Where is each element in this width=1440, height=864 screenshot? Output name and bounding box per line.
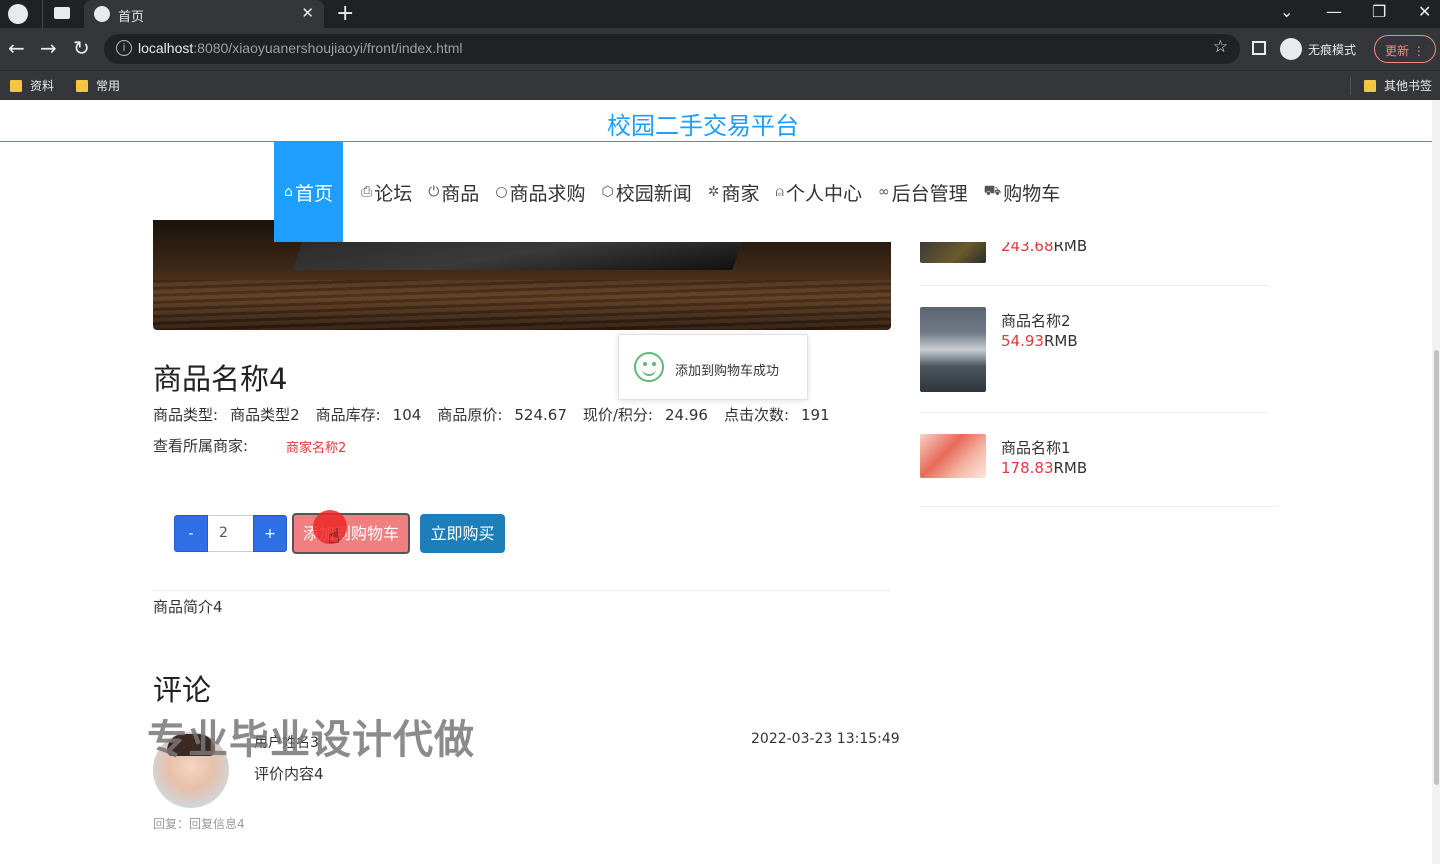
incognito-icon — [1280, 38, 1302, 60]
bookmark-folder[interactable]: 常用 — [76, 77, 120, 94]
tab-separator — [42, 0, 43, 28]
stock-field: 商品库存: 104 — [315, 406, 422, 424]
folder-icon — [1364, 79, 1376, 92]
list-divider — [920, 412, 1268, 413]
smile-icon — [634, 352, 664, 382]
tab-search-icon[interactable]: ⌄ — [1280, 2, 1293, 21]
success-toast: 添加到购物车成功 — [618, 334, 808, 400]
comments-title: 评论 — [153, 673, 212, 707]
nav-item-cart[interactable]: ⛟ 购物车 — [976, 142, 1069, 242]
buy-now-button[interactable]: 立即购买 — [420, 514, 505, 553]
gear-icon: ✲ — [707, 184, 720, 200]
restore-icon[interactable]: ❐ — [1372, 2, 1386, 21]
nav-item-news[interactable]: ⬡ 校园新闻 — [594, 142, 700, 242]
bookmarks-separator — [1350, 77, 1351, 95]
globe-icon — [94, 6, 110, 22]
rec-name: 商品名称1 — [1001, 439, 1071, 457]
home-icon: ⌂ — [284, 184, 293, 200]
wood-texture — [153, 280, 891, 330]
bookmark-star-icon[interactable]: ☆ — [1213, 37, 1228, 57]
update-button[interactable]: 更新 ⋮ — [1374, 35, 1436, 63]
incognito-label: 无痕模式 — [1308, 42, 1357, 57]
quantity-minus-button[interactable]: - — [174, 515, 208, 552]
nav-item-profile[interactable]: ⍝ 个人中心 — [768, 142, 870, 242]
add-to-cart-button[interactable]: 添加到购物车 — [292, 513, 410, 554]
price-field: 现价/积分: 24.96 — [582, 406, 708, 424]
page-content: 校园二手交易平台 ⌂ 首页 ⎙ 论坛 ⏻ 商品 ○ 商品求购 ⬡ 校园新闻 ✲ 商家 ⍝ 个人… — [0, 100, 1440, 864]
circle-icon: ○ — [495, 184, 508, 200]
rec-name: 商品名称2 — [1001, 312, 1071, 330]
list-divider — [920, 285, 1268, 286]
main-nav: ⌂ 首页 ⎙ 论坛 ⏻ 商品 ○ 商品求购 ⬡ 校园新闻 ✲ 商家 ⍝ 个人中心 ∞ 后台管理 … — [274, 142, 1069, 242]
link-icon: ∞ — [877, 184, 890, 200]
address-bar[interactable]: i localhost:8080/xiaoyuanershoujiaoyi/fr… — [104, 34, 1240, 64]
minimize-icon[interactable]: — — [1326, 2, 1342, 21]
rec-price: 178.83RMB — [1001, 459, 1088, 477]
nav-item-admin[interactable]: ∞ 后台管理 — [870, 142, 976, 242]
reload-icon[interactable]: ↻ — [73, 36, 90, 60]
product-name: 商品名称4 — [153, 362, 288, 396]
nav-item-wanted[interactable]: ○ 商品求购 — [487, 142, 593, 242]
orig-price-field: 商品原价: 524.67 — [437, 406, 567, 424]
globe-icon[interactable] — [8, 4, 28, 24]
comment-content: 评价内容4 — [254, 765, 324, 783]
merchant-link[interactable]: 商家名称2 — [286, 437, 346, 456]
bookmark-folder[interactable]: 资料 — [10, 77, 54, 94]
product-thumbnail — [920, 307, 986, 392]
new-tab-button[interactable]: + — [336, 1, 354, 26]
nav-item-goods[interactable]: ⏻ 商品 — [420, 142, 487, 242]
bookmarks-bar: 资料 常用 其他书签 — [0, 70, 1440, 100]
site-info-icon[interactable]: i — [116, 40, 132, 56]
merchant-label: 查看所属商家: — [153, 437, 249, 455]
quantity-input[interactable]: 2 — [208, 515, 253, 552]
comment-timestamp: 2022-03-23 13:15:49 — [751, 731, 900, 747]
cube-icon: ⬡ — [601, 184, 614, 200]
toast-message: 添加到购物车成功 — [675, 364, 780, 379]
product-thumbnail — [920, 434, 986, 478]
window-icon[interactable] — [54, 7, 70, 19]
quantity-plus-button[interactable]: + — [253, 515, 287, 552]
nav-item-forum[interactable]: ⎙ 论坛 — [353, 142, 420, 242]
product-thumbnail — [920, 240, 986, 263]
type-field: 商品类型: 商品类型2 — [153, 406, 300, 424]
product-meta: 商品类型: 商品类型2 商品库存: 104 商品原价: 524.67 现价/积分: 24… — [153, 404, 830, 425]
incognito-indicator[interactable]: 无痕模式 — [1280, 37, 1356, 61]
other-bookmarks[interactable]: 其他书签 — [1364, 77, 1432, 94]
nav-item-merchant[interactable]: ✲ 商家 — [700, 142, 768, 242]
cart-icon: ⛟ — [983, 183, 1002, 199]
power-icon: ⏻ — [428, 184, 440, 200]
user-icon: ⍝ — [775, 184, 784, 200]
side-panel-icon[interactable] — [1252, 41, 1266, 55]
clicks-field: 点击次数: 191 — [723, 406, 830, 424]
hand-cursor-icon: ☝ — [328, 524, 341, 548]
browser-tab-bar: 首页 ✕ + ⌄ — ❐ ✕ — [0, 0, 1440, 28]
comment-reply: 回复：回复信息4 — [153, 817, 245, 831]
intro-divider — [153, 590, 891, 591]
url-text[interactable]: localhost:8080/xiaoyuanershoujiaoyi/fron… — [138, 40, 463, 56]
folder-icon — [10, 79, 22, 92]
nav-item-home[interactable]: ⌂ 首页 — [274, 142, 343, 242]
browser-tab-active[interactable]: 首页 ✕ — [84, 0, 324, 28]
forward-icon[interactable]: → — [40, 36, 57, 60]
tab-title: 首页 — [118, 10, 145, 25]
close-window-icon[interactable]: ✕ — [1418, 2, 1431, 21]
folder-icon — [76, 79, 88, 92]
back-icon[interactable]: ← — [8, 36, 25, 60]
scrollbar-thumb[interactable] — [1434, 350, 1439, 785]
site-title: 校园二手交易平台 — [607, 112, 799, 140]
close-tab-icon[interactable]: ✕ — [301, 4, 314, 22]
forum-icon: ⎙ — [361, 184, 373, 200]
address-toolbar: ← → ↻ i localhost:8080/xiaoyuanershoujia… — [0, 28, 1440, 70]
product-intro: 商品简介4 — [153, 598, 223, 616]
rec-price: 54.93RMB — [1001, 332, 1078, 350]
list-divider — [920, 506, 1278, 507]
watermark-text: 专业毕业设计代做 — [147, 717, 475, 763]
